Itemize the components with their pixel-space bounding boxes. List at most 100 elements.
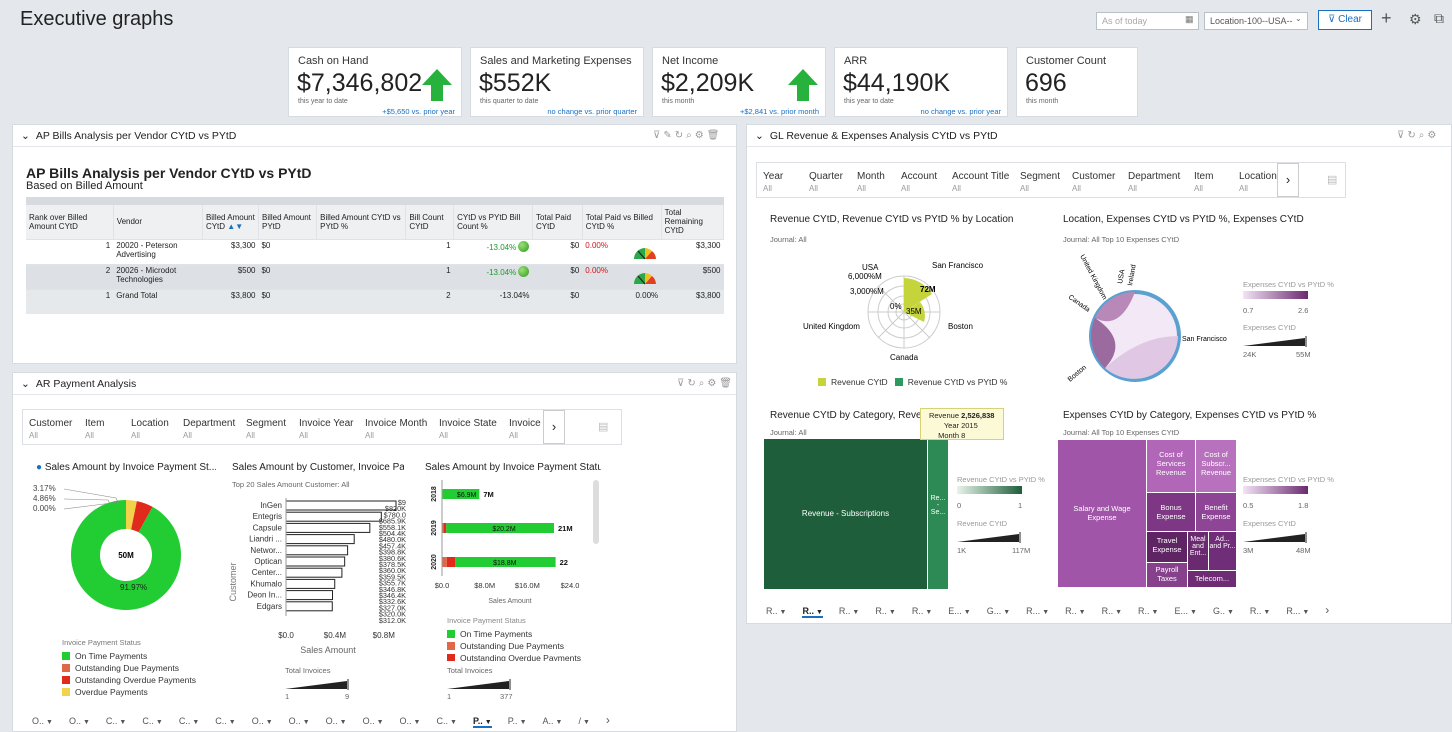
filter-location[interactable]: Location All: [1239, 171, 1277, 193]
treemap-cell[interactable]: Benefit Expense: [1196, 493, 1236, 531]
filter-location[interactable]: Location All: [131, 418, 169, 440]
edit-icon[interactable]: ✎: [663, 130, 674, 141]
year-bar-segment[interactable]: [443, 523, 447, 533]
filter-item[interactable]: Item All: [1194, 171, 1213, 193]
treemap-revenue-services[interactable]: Re... - Se...: [928, 439, 948, 589]
treemap-cell[interactable]: Bonus Expense: [1147, 493, 1195, 531]
chevron-right-icon[interactable]: ›: [543, 410, 565, 444]
customer-bar[interactable]: [285, 522, 371, 533]
filter-department[interactable]: Department All: [183, 418, 235, 440]
date-input[interactable]: As of today: [1096, 12, 1199, 30]
year-bar-segment[interactable]: [446, 557, 456, 567]
customer-bar[interactable]: [285, 545, 349, 556]
gear-icon[interactable]: ⚙: [695, 130, 707, 141]
chart-tab[interactable]: O.. ▼: [400, 716, 421, 726]
kpi-card-sales-marketing[interactable]: Sales and Marketing Expenses $552K this …: [470, 47, 644, 117]
sort-icon[interactable]: ▲▼: [227, 222, 243, 231]
chart-tab[interactable]: R.. ▼: [1102, 606, 1122, 616]
chart-tab[interactable]: O.. ▼: [363, 716, 384, 726]
gear-icon[interactable]: ⚙: [707, 378, 719, 389]
chart-tab[interactable]: C.. ▼: [142, 716, 162, 726]
chart-tab[interactable]: R.. ▼: [1250, 606, 1270, 616]
treemap-cell[interactable]: Meal and Ent...: [1188, 532, 1208, 570]
filter-customer[interactable]: Customer All: [29, 418, 72, 440]
comment-icon[interactable]: ▤: [598, 420, 608, 433]
legend-item[interactable]: Outstanding Overdue Payments: [62, 675, 196, 685]
copy-icon[interactable]: ⧉: [1434, 10, 1444, 27]
treemap-cell[interactable]: Telecom...: [1188, 571, 1236, 587]
chart-tab[interactable]: O.. ▼: [289, 716, 310, 726]
col-header[interactable]: Rank over Billed Amount CYtD: [26, 205, 114, 239]
payment-status-year-chart[interactable]: 2018 $6.9M 7M 2019 $20.2M 21M 2020 $18.8M 22 $0.0…: [420, 478, 605, 608]
filter-icon[interactable]: ⊽: [677, 378, 687, 389]
treemap-cell[interactable]: Travel Expense: [1147, 532, 1187, 562]
customer-bar[interactable]: [285, 556, 346, 567]
chart-tab[interactable]: E... ▼: [948, 606, 970, 616]
collapse-icon[interactable]: ⌄: [755, 130, 764, 142]
payment-status-donut-chart[interactable]: 50M 3.17% 4.86% 0.00% 91.97%: [28, 478, 218, 628]
chart-tab[interactable]: / ▼: [578, 716, 589, 726]
collapse-icon[interactable]: ⌄: [21, 378, 30, 390]
filter-quarter[interactable]: Quarter All: [809, 171, 843, 193]
refresh-icon[interactable]: ↻: [687, 378, 698, 389]
customer-sales-bar-chart[interactable]: InGen Entegris Capsule Liandri ... Networ...…: [228, 492, 408, 660]
chart-tab[interactable]: E... ▼: [1174, 606, 1196, 616]
col-header[interactable]: Total Remaining CYtD: [661, 205, 725, 239]
delete-icon[interactable]: 🗑: [707, 130, 723, 141]
add-icon[interactable]: +: [1381, 8, 1392, 29]
chevron-right-icon[interactable]: ›: [1325, 603, 1329, 617]
kpi-card-cash[interactable]: Cash on Hand $7,346,802 this year to dat…: [288, 47, 462, 117]
chart-tab[interactable]: A.. ▼: [543, 716, 563, 726]
filter-month[interactable]: Month All: [857, 171, 885, 193]
filter-department[interactable]: Department All: [1128, 171, 1180, 193]
filter-item[interactable]: Item All: [85, 418, 104, 440]
chart-tab[interactable]: C.. ▼: [215, 716, 235, 726]
chart-tab[interactable]: R... ▼: [1286, 606, 1309, 616]
chart-tab[interactable]: C.. ▼: [179, 716, 199, 726]
kpi-card-arr[interactable]: ARR $44,190K this year to date no change…: [834, 47, 1008, 117]
chart-tab[interactable]: G.. ▼: [1213, 606, 1234, 616]
treemap-cell[interactable]: Salary and Wage Expense: [1058, 440, 1146, 587]
chart-tab[interactable]: R... ▼: [1026, 606, 1049, 616]
delete-icon[interactable]: 🗑: [719, 378, 735, 389]
filter-icon[interactable]: ⊽: [1397, 130, 1407, 141]
treemap-cell[interactable]: Cost of Services Revenue: [1147, 440, 1195, 492]
chart-tab[interactable]: C.. ▼: [436, 716, 456, 726]
chart-tab[interactable]: R.. ▼: [802, 606, 823, 618]
col-header[interactable]: Total Paid CYtD: [532, 205, 583, 239]
calendar-icon[interactable]: ▦: [1185, 14, 1194, 25]
filter-invoice-year[interactable]: Invoice Year All: [299, 418, 354, 440]
treemap-cell[interactable]: Payroll Taxes: [1147, 563, 1187, 587]
gear-icon[interactable]: ⚙: [1409, 11, 1422, 28]
chart-tab[interactable]: R.. ▼: [912, 606, 932, 616]
location-select[interactable]: Location-100--USA--: [1204, 12, 1308, 30]
legend-item[interactable]: Outstanding Due Payments: [447, 641, 564, 651]
clear-filter-button[interactable]: ⊽ Clear: [1318, 10, 1372, 30]
customer-bar[interactable]: [285, 590, 334, 601]
chart-tab[interactable]: O.. ▼: [326, 716, 347, 726]
grand-total-row[interactable]: 1 Grand Total $3,800 $0 2 -13.04% $0 0.0…: [26, 288, 724, 314]
col-header[interactable]: Vendor: [113, 205, 203, 239]
treemap-cell[interactable]: Ad... and Pr...: [1209, 532, 1236, 570]
customer-bar[interactable]: [285, 567, 343, 578]
filter-icon[interactable]: ⊽: [653, 130, 663, 141]
filter-account[interactable]: Account All: [901, 171, 937, 193]
chart-tab[interactable]: R.. ▼: [875, 606, 895, 616]
comment-icon[interactable]: ▤: [1327, 173, 1337, 186]
info-icon[interactable]: ●: [36, 462, 42, 473]
chart-tab[interactable]: O.. ▼: [69, 716, 90, 726]
chart-tab[interactable]: P.. ▼: [508, 716, 527, 726]
legend-item[interactable]: On Time Payments: [447, 629, 532, 639]
location-polar-chart[interactable]: 72M 35M USA 6,000%M 3,000%M 0% San Franc…: [800, 250, 1000, 375]
chevron-right-icon[interactable]: ›: [1277, 163, 1299, 197]
gear-icon[interactable]: ⚙: [1427, 130, 1439, 141]
table-row[interactable]: 2 20026 - Microdot Technologies $500 $0 …: [26, 263, 724, 289]
customer-bar[interactable]: [285, 601, 333, 612]
chevron-right-icon[interactable]: ›: [606, 713, 610, 727]
kpi-card-net-income[interactable]: Net Income $2,209K this month +$2,841 vs…: [652, 47, 826, 117]
table-row[interactable]: 1 20020 - Peterson Advertising $3,300 $0…: [26, 238, 724, 264]
col-header[interactable]: Bill Count CYtD: [405, 205, 455, 239]
legend-item[interactable]: Outstanding Overdue Payments: [447, 653, 581, 661]
filter-customer[interactable]: Customer All: [1072, 171, 1115, 193]
legend-item[interactable]: Overdue Payments: [62, 687, 148, 697]
